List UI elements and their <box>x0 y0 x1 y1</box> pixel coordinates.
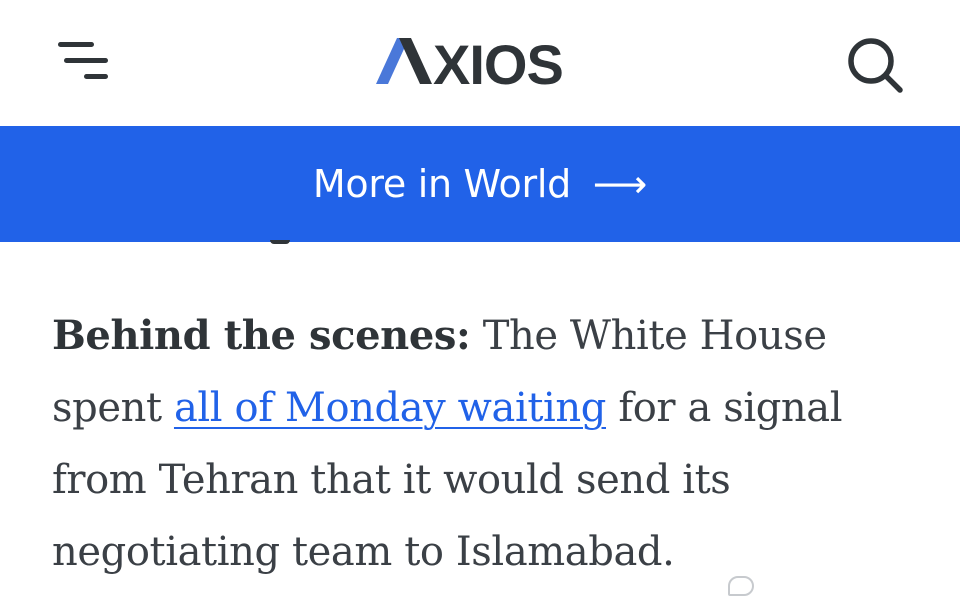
article-link[interactable]: all of Monday waiting <box>174 385 606 431</box>
article-paragraph: Behind the scenes: The White House spent… <box>52 300 932 588</box>
logo-text: AXIOS <box>586 32 587 33</box>
menu-line-middle <box>64 58 108 63</box>
search-button[interactable] <box>844 34 906 96</box>
banner-label: More in World <box>312 162 571 206</box>
menu-line-bottom <box>84 74 108 79</box>
paragraph-lead: Behind the scenes: <box>52 312 471 359</box>
search-icon <box>848 38 903 93</box>
axios-logo[interactable]: XIOS AXIOS <box>376 32 587 96</box>
site-header: XIOS AXIOS <box>0 0 960 126</box>
menu-button[interactable] <box>58 42 110 82</box>
arrow-right-icon: ⟶ <box>592 162 648 206</box>
banner-content: More in World ⟶ <box>313 162 647 206</box>
axios-logo-mark: XIOS <box>376 33 564 96</box>
hamburger-menu-icon <box>58 42 94 47</box>
watermark-logo-icon <box>728 576 754 596</box>
watermark <box>728 574 754 598</box>
svg-text:XIOS: XIOS <box>433 33 563 90</box>
partial-text-fragment <box>270 240 290 244</box>
more-in-world-banner[interactable]: More in World ⟶ <box>0 126 960 242</box>
